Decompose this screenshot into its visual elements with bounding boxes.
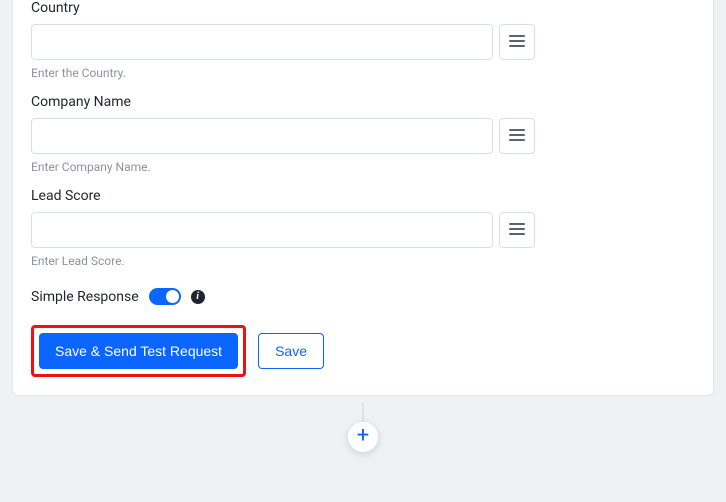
lead-score-picker-button[interactable] — [499, 212, 535, 248]
menu-icon — [509, 34, 525, 51]
country-hint: Enter the Country. — [31, 66, 695, 80]
field-company: Company Name Enter Company Name. — [31, 94, 695, 174]
lead-score-input-row — [31, 212, 695, 248]
lead-score-label: Lead Score — [31, 188, 695, 204]
company-picker-button[interactable] — [499, 118, 535, 154]
lead-score-hint: Enter Lead Score. — [31, 254, 695, 268]
form-card: Country Enter the Country. Company Name … — [12, 0, 714, 396]
lead-score-input[interactable] — [31, 212, 493, 248]
highlight-box: Save & Send Test Request — [31, 325, 246, 377]
save-send-test-button[interactable]: Save & Send Test Request — [39, 333, 238, 369]
simple-response-toggle[interactable] — [149, 288, 181, 305]
company-hint: Enter Company Name. — [31, 160, 695, 174]
add-step-button[interactable]: + — [348, 422, 378, 452]
save-button[interactable]: Save — [258, 333, 324, 369]
country-picker-button[interactable] — [499, 24, 535, 60]
company-input-row — [31, 118, 695, 154]
country-label: Country — [31, 0, 695, 16]
field-lead-score: Lead Score Enter Lead Score. — [31, 188, 695, 268]
plus-icon: + — [357, 425, 369, 447]
button-row: Save & Send Test Request Save — [31, 325, 695, 377]
simple-response-row: Simple Response i — [31, 288, 695, 305]
menu-icon — [509, 222, 525, 239]
country-input-row — [31, 24, 695, 60]
field-country: Country Enter the Country. — [31, 0, 695, 80]
company-label: Company Name — [31, 94, 695, 110]
company-input[interactable] — [31, 118, 493, 154]
simple-response-label: Simple Response — [31, 289, 139, 305]
country-input[interactable] — [31, 24, 493, 60]
info-icon[interactable]: i — [191, 290, 205, 304]
menu-icon — [509, 128, 525, 145]
